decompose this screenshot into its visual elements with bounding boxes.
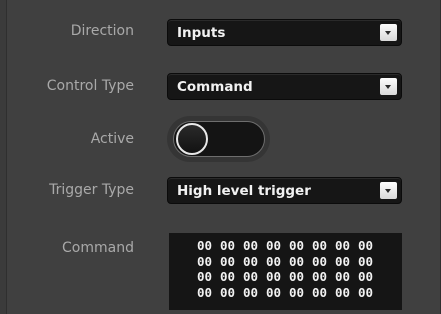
hex-byte[interactable]: 00 xyxy=(312,238,335,254)
direction-select[interactable]: Inputs xyxy=(167,19,402,46)
hex-byte[interactable]: 00 xyxy=(358,254,381,270)
toggle-knob[interactable] xyxy=(176,123,208,155)
direction-value: Inputs xyxy=(177,25,226,41)
hex-byte[interactable]: 00 xyxy=(220,254,243,270)
command-hex-editor[interactable]: 00 00 00 00 00 00 00 00 00 00 00 00 00 0… xyxy=(169,233,402,310)
hex-byte[interactable]: 00 xyxy=(358,238,381,254)
trigger-type-select[interactable]: High level trigger xyxy=(167,177,402,204)
hex-byte[interactable]: 00 xyxy=(289,285,312,301)
hex-byte[interactable]: 00 xyxy=(243,254,266,270)
command-label: Command xyxy=(62,240,134,256)
hex-byte[interactable]: 00 xyxy=(358,269,381,285)
hex-byte[interactable]: 00 xyxy=(289,254,312,270)
hex-grid: 00 00 00 00 00 00 00 00 00 00 00 00 00 0… xyxy=(197,238,381,300)
hex-row: 00 00 00 00 00 00 00 00 xyxy=(197,238,381,254)
hex-byte[interactable]: 00 xyxy=(197,238,220,254)
hex-byte[interactable]: 00 xyxy=(358,285,381,301)
trigger-type-value: High level trigger xyxy=(177,183,311,199)
hex-byte[interactable]: 00 xyxy=(335,254,358,270)
hex-byte[interactable]: 00 xyxy=(335,238,358,254)
settings-panel: Direction Inputs Control Type Command Ac… xyxy=(6,0,441,314)
hex-byte[interactable]: 00 xyxy=(197,269,220,285)
hex-byte[interactable]: 00 xyxy=(197,285,220,301)
control-type-select[interactable]: Command xyxy=(167,73,402,100)
hex-byte[interactable]: 00 xyxy=(312,285,335,301)
hex-byte[interactable]: 00 xyxy=(243,269,266,285)
hex-byte[interactable]: 00 xyxy=(266,269,289,285)
control-type-label: Control Type xyxy=(46,78,134,94)
chevron-down-icon[interactable] xyxy=(380,182,397,199)
hex-byte[interactable]: 00 xyxy=(220,269,243,285)
active-toggle[interactable] xyxy=(167,116,270,162)
hex-byte[interactable]: 00 xyxy=(289,238,312,254)
chevron-down-icon[interactable] xyxy=(380,78,397,95)
hex-byte[interactable]: 00 xyxy=(335,269,358,285)
hex-byte[interactable]: 00 xyxy=(289,269,312,285)
hex-byte[interactable]: 00 xyxy=(266,254,289,270)
hex-byte[interactable]: 00 xyxy=(266,285,289,301)
chevron-down-icon[interactable] xyxy=(380,24,397,41)
control-type-value: Command xyxy=(177,79,253,95)
hex-byte[interactable]: 00 xyxy=(243,285,266,301)
trigger-type-label: Trigger Type xyxy=(49,182,134,198)
hex-byte[interactable]: 00 xyxy=(266,238,289,254)
hex-byte[interactable]: 00 xyxy=(197,254,220,270)
hex-byte[interactable]: 00 xyxy=(335,285,358,301)
direction-label: Direction xyxy=(70,23,134,39)
active-label: Active xyxy=(90,131,134,147)
hex-byte[interactable]: 00 xyxy=(220,238,243,254)
hex-byte[interactable]: 00 xyxy=(312,269,335,285)
hex-byte[interactable]: 00 xyxy=(312,254,335,270)
hex-row: 00 00 00 00 00 00 00 00 xyxy=(197,254,381,270)
hex-row: 00 00 00 00 00 00 00 00 xyxy=(197,285,381,301)
hex-byte[interactable]: 00 xyxy=(243,238,266,254)
hex-row: 00 00 00 00 00 00 00 00 xyxy=(197,269,381,285)
hex-byte[interactable]: 00 xyxy=(220,285,243,301)
